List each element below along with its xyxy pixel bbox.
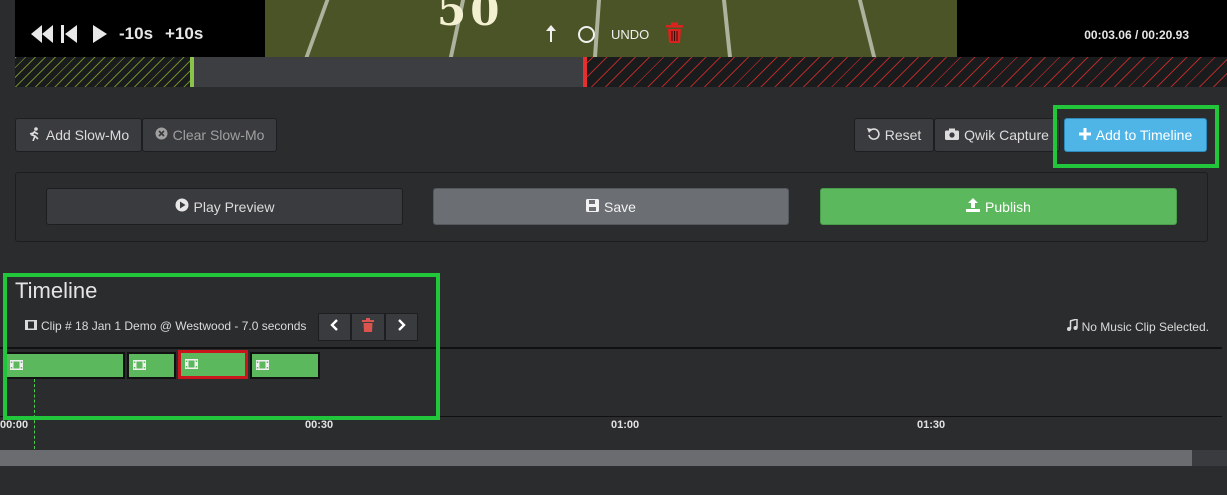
plus-icon [1078,127,1091,143]
play-circle-icon [175,198,189,215]
film-icon [25,319,37,333]
delete-clip-button[interactable] [351,313,385,341]
clear-circle-icon [155,127,168,143]
film-icon [10,357,23,375]
play-preview-button[interactable]: Play Preview [46,188,403,225]
trimmed-end-region [587,57,1227,87]
running-icon [28,126,41,144]
play-preview-label: Play Preview [193,198,275,215]
skip-back-button[interactable]: -10s [119,24,153,44]
playhead-cursor[interactable] [34,379,35,449]
music-status: No Music Clip Selected. [1066,318,1209,334]
prev-clip-button[interactable] [318,313,351,341]
ruler-tick: 01:00 [611,419,640,431]
rewind-icon[interactable] [31,25,53,43]
film-icon [256,357,269,375]
trimmed-start-region [15,57,193,87]
out-point-handle[interactable] [583,57,587,87]
circle-icon[interactable] [577,25,596,49]
ruler-divider [0,416,1222,417]
ruler-tick: 01:30 [917,419,946,431]
skip-forward-button[interactable]: +10s [165,24,203,44]
reset-button[interactable]: Reset [854,118,934,152]
reset-icon [866,127,880,143]
add-to-timeline-button[interactable]: Add to Timeline [1064,118,1207,152]
timeline-clip[interactable] [127,352,176,379]
music-note-icon [1066,318,1078,334]
clear-slowmo-label: Clear Slow-Mo [172,127,265,143]
clip-info-text: Clip # 18 Jan 1 Demo @ Westwood - 7.0 se… [41,319,307,333]
yard-number: 50 [437,0,504,35]
undo-button[interactable]: UNDO [611,27,649,42]
publish-label: Publish [985,198,1031,215]
step-back-icon[interactable] [61,25,77,43]
chevron-left-icon [330,318,339,336]
timeline-clip-selected[interactable] [178,350,248,379]
reset-label: Reset [884,127,922,143]
save-label: Save [604,198,636,215]
publish-button[interactable]: Publish [820,188,1177,225]
next-clip-button[interactable] [385,313,418,341]
add-slowmo-button[interactable]: Add Slow-Mo [15,118,142,152]
timeline-title: Timeline [15,278,98,303]
add-slowmo-label: Add Slow-Mo [45,127,130,143]
play-icon[interactable] [93,25,107,43]
ruler-tick: 00:00 [0,419,29,431]
time-readout: 00:03.06 / 00:20.93 [1084,28,1189,42]
in-point-handle[interactable] [190,57,194,87]
qwik-capture-button[interactable]: Qwik Capture [934,118,1060,152]
film-icon [185,356,198,374]
music-status-text: No Music Clip Selected. [1081,319,1209,334]
arrow-up-icon[interactable] [545,25,557,48]
chevron-right-icon [397,318,406,336]
floppy-icon [586,198,600,215]
scrub-bar[interactable] [15,57,1227,87]
trash-icon[interactable] [665,22,684,49]
timeline-clip[interactable] [4,352,125,379]
upload-icon [966,198,981,215]
track-divider [0,347,1222,349]
qwik-capture-label: Qwik Capture [964,127,1049,143]
trash-icon [362,317,374,337]
scrollbar-thumb[interactable] [0,450,1192,466]
add-to-timeline-label: Add to Timeline [1095,127,1193,143]
camera-icon [945,127,960,143]
clip-info: Clip # 18 Jan 1 Demo @ Westwood - 7.0 se… [25,319,306,333]
film-icon [133,357,146,375]
clear-slowmo-button[interactable]: Clear Slow-Mo [142,118,277,152]
ruler-tick: 00:30 [305,419,334,431]
timeline-clip[interactable] [250,352,320,379]
save-button[interactable]: Save [433,188,789,225]
